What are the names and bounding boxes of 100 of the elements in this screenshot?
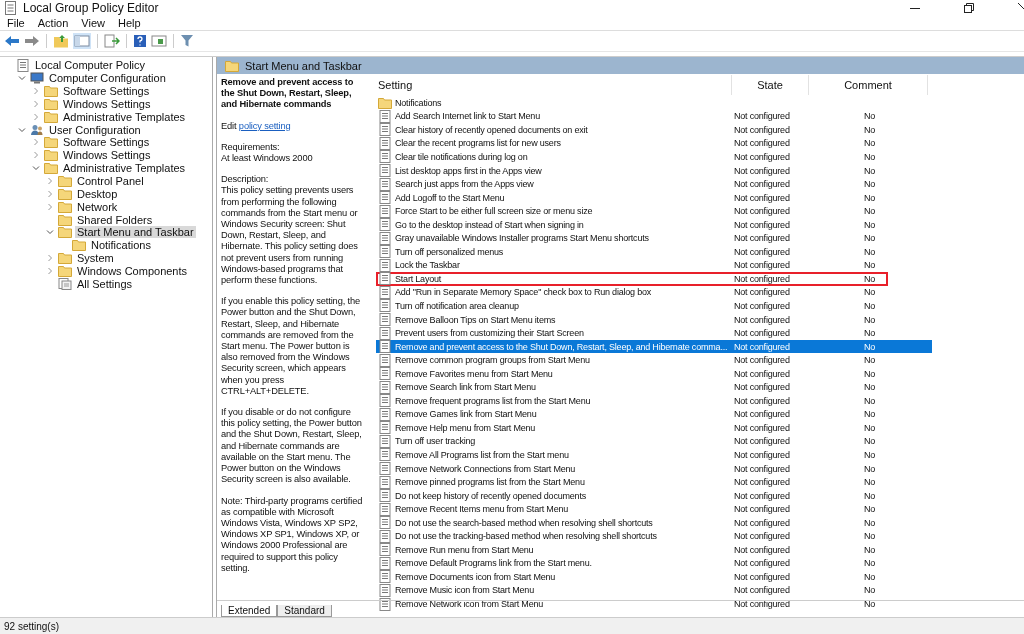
expanded-chevron-icon[interactable]	[18, 125, 26, 134]
collapsed-chevron-icon[interactable]	[46, 189, 54, 198]
tree-item[interactable]: Windows Components	[75, 264, 190, 277]
document-icon	[378, 367, 392, 381]
table-row[interactable]: Remove and prevent access to the Shut Down, Restart, Sleep, and Hibernate comma... Not configured No	[376, 339, 932, 354]
table-row[interactable]: Remove Recent Items menu from Start Menu Not configured No	[376, 502, 932, 516]
state-cell: Not configured	[734, 544, 790, 555]
comment-cell: No	[864, 585, 876, 596]
comment-cell: No	[864, 328, 876, 339]
tree-item[interactable]: Network	[75, 200, 120, 213]
table-row[interactable]: Gray unavailable Windows Installer programs Start Menu shortcuts Not configured No	[376, 231, 932, 245]
table-row[interactable]: Prevent users from customizing their Start Screen Not configured No	[376, 326, 932, 340]
column-header[interactable]: State	[732, 75, 809, 95]
table-row[interactable]: Remove Documents icon from Start Menu Not configured No	[376, 570, 932, 584]
table-row[interactable]: Remove Search link from Start Menu Not configured No	[376, 380, 932, 395]
collapsed-chevron-icon[interactable]	[46, 202, 54, 211]
tree-item[interactable]: Software Settings	[61, 136, 152, 149]
table-row[interactable]: Turn off notification area cleanup Not configured No	[376, 299, 932, 313]
table-row[interactable]: Clear the recent programs list for new users Not configured No	[376, 136, 932, 151]
collapsed-chevron-icon[interactable]	[46, 266, 54, 275]
table-row[interactable]: Turn off personalized menus Not configured No	[376, 245, 932, 259]
table-row[interactable]: Remove Default Programs link from the Start menu. Not configured No	[376, 556, 932, 571]
table-row[interactable]: Add Logoff to the Start Menu Not configured No	[376, 190, 932, 205]
expanded-chevron-icon[interactable]	[46, 228, 54, 237]
tree-item[interactable]: Software Settings	[61, 85, 152, 98]
column-header[interactable]: Comment	[809, 75, 928, 95]
comment-cell: No	[864, 138, 876, 149]
table-row[interactable]: Lock the Taskbar Not configured No	[376, 258, 932, 273]
table-row[interactable]: Remove frequent programs list from the Start Menu Not configured No	[376, 394, 932, 408]
help-icon[interactable]	[133, 34, 147, 48]
table-row[interactable]: Do not use the search-based method when resolving shell shortcuts Not configured No	[376, 515, 932, 530]
table-row[interactable]: Remove Balloon Tips on Start Menu items Not configured No	[376, 312, 932, 327]
tree-item[interactable]: Windows Settings	[61, 97, 153, 110]
tree-item[interactable]: Windows Settings	[61, 149, 153, 162]
view-tab[interactable]: Extended	[221, 605, 278, 617]
collapsed-chevron-icon[interactable]	[46, 177, 54, 185]
tree-item[interactable]: Administrative Templates	[61, 110, 188, 123]
tree-item[interactable]: Notifications	[89, 239, 153, 252]
table-row[interactable]: Remove pinned programs list from the Start Menu Not configured No	[376, 475, 932, 489]
table-row[interactable]: Turn off user tracking Not configured No	[376, 434, 932, 449]
collapsed-chevron-icon[interactable]	[32, 138, 40, 147]
table-row[interactable]: Remove All Programs list from the Start menu Not configured No	[376, 448, 932, 462]
table-row[interactable]: Notifications	[376, 96, 932, 110]
table-row[interactable]: Do not keep history of recently opened documents Not configured No	[376, 488, 932, 503]
collapsed-chevron-icon[interactable]	[32, 112, 40, 121]
table-row[interactable]: Go to the desktop instead of Start when signing in Not configured No	[376, 217, 932, 232]
filter-icon[interactable]	[180, 34, 194, 48]
table-row[interactable]: Add "Run in Separate Memory Space" check box to Run dialog box Not configured No	[376, 285, 932, 300]
tree-item[interactable]: Shared Folders	[75, 213, 155, 226]
table-row[interactable]: Remove Music icon from Start Menu Not configured No	[376, 583, 932, 598]
table-row[interactable]: Clear tile notifications during log on Not configured No	[376, 150, 932, 164]
table-row[interactable]: Clear history of recently opened documents on exit Not configured No	[376, 123, 932, 137]
table-row[interactable]: Remove Network icon from Start Menu Not configured No	[376, 597, 932, 611]
table-row[interactable]: Search just apps from the Apps view Not configured No	[376, 177, 932, 191]
tree-item[interactable]: User Configuration	[47, 123, 143, 136]
menu-item[interactable]: View	[81, 17, 105, 29]
expanded-chevron-icon[interactable]	[32, 164, 40, 173]
table-row[interactable]: Remove Help menu from Start Menu Not configured No	[376, 421, 932, 435]
tree-item[interactable]: Control Panel	[75, 175, 146, 187]
export-list-icon[interactable]	[104, 34, 120, 48]
collapsed-chevron-icon[interactable]	[32, 99, 40, 108]
expanded-chevron-icon[interactable]	[18, 74, 26, 83]
setting-name: Clear history of recently opened documents on exit	[395, 124, 588, 135]
tree-item[interactable]: System	[75, 252, 116, 265]
tree-item[interactable]: Local Computer Policy	[33, 59, 148, 72]
tree-item[interactable]: Computer Configuration	[47, 72, 168, 85]
forward-arrow-icon[interactable]	[24, 35, 40, 47]
table-row[interactable]: Start Layout Not configured No	[376, 272, 888, 286]
column-header[interactable]: Setting	[376, 75, 732, 95]
table-row[interactable]: Remove Network Connections from Start Menu Not configured No	[376, 461, 932, 476]
state-cell: Not configured	[734, 138, 790, 149]
tree-item[interactable]: Administrative Templates	[61, 162, 188, 175]
document-icon	[378, 583, 392, 597]
table-row[interactable]: Remove Run menu from Start Menu Not configured No	[376, 543, 932, 557]
collapsed-chevron-icon[interactable]	[32, 87, 40, 96]
collapsed-chevron-icon[interactable]	[46, 254, 54, 263]
setting-name: Remove Recent Items menu from Start Menu	[395, 504, 569, 515]
table-row[interactable]: Force Start to be either full screen size or menu size Not configured No	[376, 204, 932, 218]
tree-item[interactable]: All Settings	[75, 277, 135, 290]
policy-setting-link[interactable]: policy setting	[238, 120, 291, 131]
tree-item[interactable]: Desktop	[75, 187, 120, 200]
table-row[interactable]: Remove Games link from Start Menu Not configured No	[376, 407, 932, 422]
table-row[interactable]: Remove common program groups from Start Menu Not configured No	[376, 353, 932, 367]
folder-up-icon[interactable]	[53, 34, 69, 48]
menu-item[interactable]: Help	[117, 17, 141, 29]
restore-icon[interactable]	[964, 3, 974, 13]
view-tab[interactable]: Standard	[277, 605, 332, 617]
collapsed-chevron-icon[interactable]	[32, 151, 40, 160]
table-row[interactable]: List desktop apps first in the Apps view Not configured No	[376, 163, 932, 178]
properties-icon[interactable]	[151, 34, 167, 48]
menu-item[interactable]: Action	[37, 17, 69, 29]
tree-pane-icon[interactable]	[73, 33, 91, 49]
document-icon	[378, 556, 392, 570]
menu-item[interactable]: File	[7, 17, 25, 29]
table-row[interactable]: Do not use the tracking-based method when resolving shell shortcuts Not configured No	[376, 529, 932, 544]
comment-cell: No	[864, 206, 876, 217]
back-arrow-icon[interactable]	[4, 35, 20, 47]
table-row[interactable]: Remove Favorites menu from Start Menu Not configured No	[376, 366, 932, 381]
table-row[interactable]: Add Search Internet link to Start Menu Not configured No	[376, 109, 932, 124]
tree-item[interactable]: Start Menu and Taskbar	[75, 226, 196, 239]
